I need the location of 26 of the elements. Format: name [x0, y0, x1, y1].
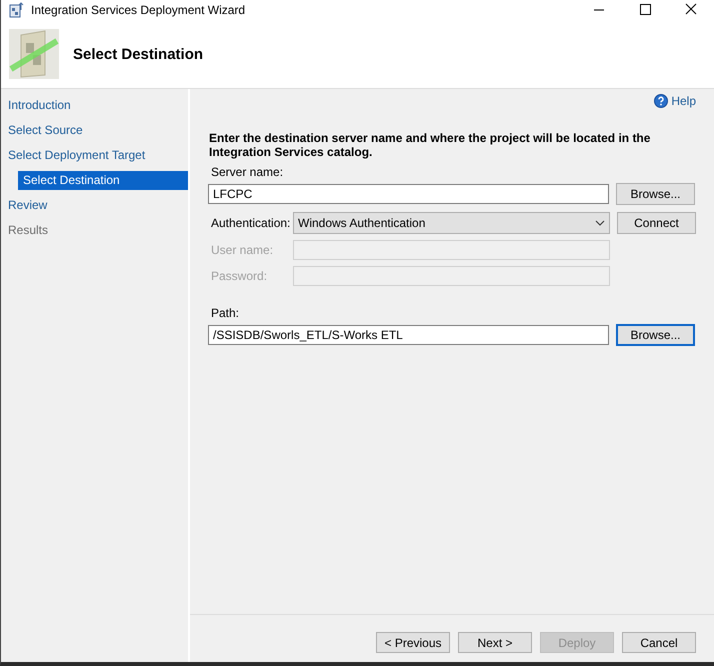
help-icon[interactable]: [654, 94, 668, 108]
browse-button[interactable]: Browse...: [616, 183, 695, 205]
instructions-text: Enter the destination server name and where the project will be located in the Integration Services catalog.: [209, 131, 652, 159]
field-label: Server name:: [210, 165, 284, 179]
wizard-logo-icon: [9, 29, 59, 79]
nav-item[interactable]: Introduction: [1, 96, 188, 115]
previous-button[interactable]: < Previous: [376, 632, 450, 653]
chevron-down-icon: [595, 220, 605, 226]
page-title: Select Destination: [73, 46, 204, 62]
nav-item[interactable]: Review: [1, 196, 188, 215]
connect-button[interactable]: Connect: [617, 212, 696, 234]
help-link[interactable]: Help: [671, 94, 696, 108]
nav-item[interactable]: Select Source: [1, 121, 188, 140]
browse-button[interactable]: Browse...: [616, 324, 695, 346]
nav-item[interactable]: Select Destination: [18, 171, 188, 190]
field-label: User name:: [210, 243, 274, 257]
text-field[interactable]: LFCPC: [208, 184, 609, 204]
next-button[interactable]: Next >: [458, 632, 532, 653]
cancel-button[interactable]: Cancel: [622, 632, 696, 653]
authentication-dropdown[interactable]: Windows Authentication: [293, 212, 610, 234]
nav-item[interactable]: Select Deployment Target: [1, 146, 188, 165]
window-title: Integration Services Deployment Wizard: [31, 3, 246, 17]
app-icon: [9, 2, 25, 18]
field-label: Password:: [210, 269, 268, 283]
field-label: Path:: [210, 306, 240, 320]
text-field[interactable]: /SSISDB/Sworls_ETL/S-Works ETL: [208, 325, 609, 345]
